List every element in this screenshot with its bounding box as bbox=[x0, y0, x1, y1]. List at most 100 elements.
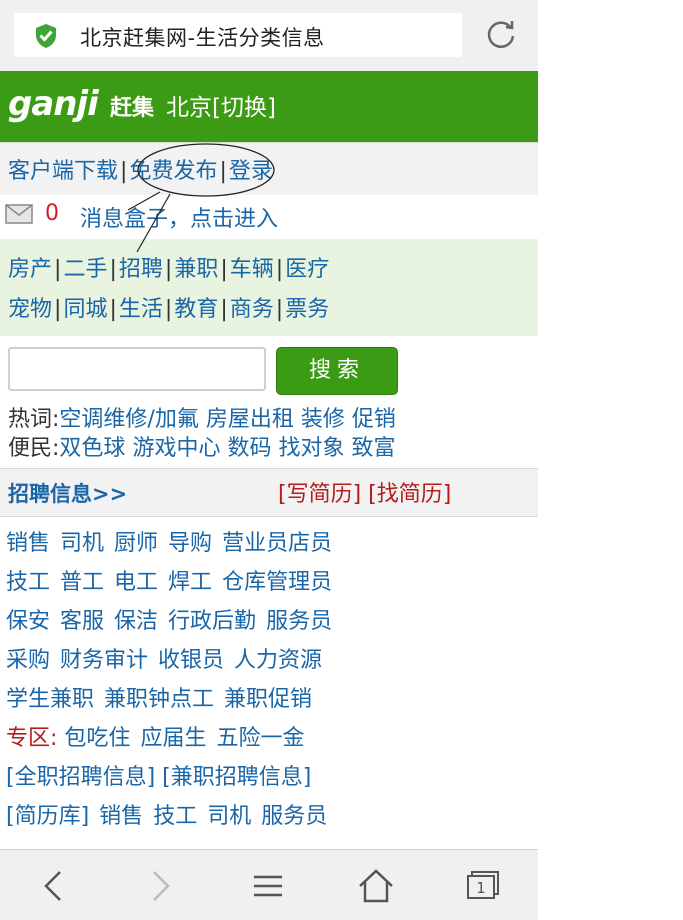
category-jobs[interactable]: 招聘 bbox=[119, 257, 163, 282]
job-link[interactable]: 客服 bbox=[60, 609, 104, 634]
jobs-row: 保安 客服 保洁 行政后勤 服务员 bbox=[6, 606, 342, 645]
job-link[interactable]: 财务审计 bbox=[60, 648, 148, 673]
divider: | bbox=[220, 297, 228, 322]
resume-link[interactable]: 服务员 bbox=[261, 804, 327, 829]
phone-screen: 北京赶集网-生活分类信息 ganji 赶集 北京[切换] 客户端下载|免费发布|… bbox=[0, 0, 538, 920]
divider: | bbox=[164, 257, 173, 282]
job-link[interactable]: 人力资源 bbox=[234, 648, 322, 673]
zone-link[interactable]: 五险一金 bbox=[216, 726, 304, 751]
fulltime-jobs-link[interactable]: [全职招聘信息] bbox=[6, 765, 155, 790]
hot-word-link[interactable]: 促销 bbox=[352, 407, 396, 432]
jobs-title-link[interactable]: 招聘信息>> bbox=[8, 478, 127, 508]
browser-address-bar: 北京赶集网-生活分类信息 bbox=[0, 0, 538, 71]
job-link[interactable]: 导购 bbox=[168, 531, 212, 556]
jobs-row: 学生兼职 兼职钟点工 兼职促销 bbox=[6, 684, 342, 723]
jobs-row: 销售 司机 厨师 导购 营业员店员 bbox=[6, 528, 342, 567]
convenience-link[interactable]: 致富 bbox=[351, 436, 395, 461]
zone-link[interactable]: 应届生 bbox=[140, 726, 206, 751]
home-icon[interactable] bbox=[356, 866, 396, 906]
zone-link[interactable]: 包吃住 bbox=[64, 726, 130, 751]
category-education[interactable]: 教育 bbox=[174, 297, 218, 322]
category-pets[interactable]: 宠物 bbox=[8, 297, 52, 322]
job-link[interactable]: 电工 bbox=[114, 570, 158, 595]
write-resume-link[interactable]: [写简历] bbox=[278, 482, 361, 507]
forward-icon[interactable] bbox=[140, 866, 180, 906]
job-link[interactable]: 学生兼职 bbox=[6, 687, 94, 712]
hot-word-link[interactable]: 房屋出租 bbox=[206, 407, 294, 432]
divider: | bbox=[54, 297, 62, 322]
tab-count: 1 bbox=[476, 879, 486, 897]
resume-library-link[interactable]: [简历库] bbox=[6, 804, 89, 829]
job-link[interactable]: 司机 bbox=[60, 531, 104, 556]
divider: | bbox=[275, 297, 284, 322]
find-resume-link[interactable]: [找简历] bbox=[368, 482, 451, 507]
divider: | bbox=[54, 257, 62, 282]
message-count: 0 bbox=[45, 201, 59, 226]
convenience-link[interactable]: 数码 bbox=[227, 436, 271, 461]
category-life[interactable]: 生活 bbox=[119, 297, 163, 322]
resume-link[interactable]: 司机 bbox=[207, 804, 251, 829]
job-link[interactable]: 焊工 bbox=[168, 570, 212, 595]
convenience-link[interactable]: 双色球 bbox=[59, 436, 125, 461]
category-business[interactable]: 商务 bbox=[230, 297, 274, 322]
site-logo-cn: 赶集 bbox=[110, 96, 155, 121]
job-link[interactable]: 技工 bbox=[6, 570, 50, 595]
job-link[interactable]: 采购 bbox=[6, 648, 50, 673]
jobs-section-header: 招聘信息>> [写简历] [找简历] bbox=[0, 468, 538, 517]
category-tickets[interactable]: 票务 bbox=[285, 297, 329, 322]
job-link[interactable]: 服务员 bbox=[266, 609, 332, 634]
hot-words-label: 热词: bbox=[8, 407, 60, 432]
hot-word-link[interactable]: 装修 bbox=[301, 407, 345, 432]
login-link[interactable]: 登录 bbox=[229, 159, 273, 184]
category-vehicles[interactable]: 车辆 bbox=[230, 257, 274, 282]
jobs-links-row: [全职招聘信息] [兼职招聘信息] bbox=[6, 762, 342, 801]
job-link[interactable]: 行政后勤 bbox=[168, 609, 256, 634]
resume-link[interactable]: 技工 bbox=[153, 804, 197, 829]
search-button[interactable]: 搜索 bbox=[276, 347, 398, 395]
jobs-row: 技工 普工 电工 焊工 仓库管理员 bbox=[6, 567, 342, 606]
page-title: 北京赶集网-生活分类信息 bbox=[80, 26, 325, 50]
job-link[interactable]: 兼职促销 bbox=[224, 687, 312, 712]
site-logo[interactable]: ganji bbox=[8, 84, 99, 124]
job-link[interactable]: 普工 bbox=[60, 570, 104, 595]
client-download-link[interactable]: 客户端下载 bbox=[8, 159, 118, 184]
back-icon[interactable] bbox=[34, 866, 74, 906]
divider: | bbox=[275, 257, 284, 282]
parttime-jobs-link[interactable]: [兼职招聘信息] bbox=[162, 765, 311, 790]
job-link[interactable]: 营业员店员 bbox=[222, 531, 332, 556]
category-medical[interactable]: 医疗 bbox=[285, 257, 329, 282]
reload-icon[interactable] bbox=[484, 17, 518, 51]
hot-words-row: 热词:空调维修/加氟 房屋出租 装修 促销 bbox=[8, 401, 396, 433]
category-house[interactable]: 房产 bbox=[8, 257, 52, 282]
top-links-bar: 客户端下载|免费发布|登录 bbox=[0, 142, 538, 196]
divider: | bbox=[109, 257, 117, 282]
divider: | bbox=[219, 159, 227, 184]
zone-label: 专区: bbox=[6, 726, 58, 751]
search-input[interactable] bbox=[8, 347, 266, 391]
post-free-link[interactable]: 免费发布 bbox=[129, 159, 217, 184]
job-link[interactable]: 保洁 bbox=[114, 609, 158, 634]
job-link[interactable]: 仓库管理员 bbox=[222, 570, 332, 595]
job-link[interactable]: 收银员 bbox=[158, 648, 224, 673]
jobs-zone-row: 专区: 包吃住 应届生 五险一金 bbox=[6, 723, 342, 762]
job-link[interactable]: 销售 bbox=[6, 531, 50, 556]
job-link[interactable]: 厨师 bbox=[114, 531, 158, 556]
category-secondhand[interactable]: 二手 bbox=[63, 257, 107, 282]
message-box-bar[interactable]: 0 消息盒子，点击进入 bbox=[0, 195, 538, 239]
divider: | bbox=[109, 297, 117, 322]
browser-toolbar: 1 bbox=[0, 849, 538, 920]
city-switch[interactable]: 北京[切换] bbox=[166, 88, 276, 122]
job-link[interactable]: 兼职钟点工 bbox=[104, 687, 214, 712]
job-link[interactable]: 保安 bbox=[6, 609, 50, 634]
tabs-icon[interactable]: 1 bbox=[462, 866, 502, 906]
category-local[interactable]: 同城 bbox=[63, 297, 107, 322]
convenience-link[interactable]: 找对象 bbox=[278, 436, 344, 461]
menu-icon[interactable] bbox=[248, 866, 288, 906]
hot-word-link[interactable]: 空调维修/加氟 bbox=[59, 407, 198, 432]
category-parttime[interactable]: 兼职 bbox=[174, 257, 218, 282]
url-box[interactable]: 北京赶集网-生活分类信息 bbox=[14, 13, 462, 57]
envelope-icon bbox=[5, 204, 33, 224]
resume-link[interactable]: 销售 bbox=[99, 804, 143, 829]
message-box-link[interactable]: 消息盒子，点击进入 bbox=[80, 201, 278, 233]
convenience-link[interactable]: 游戏中心 bbox=[132, 436, 220, 461]
